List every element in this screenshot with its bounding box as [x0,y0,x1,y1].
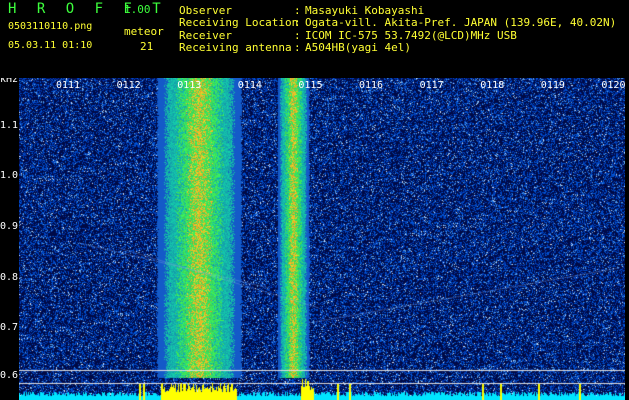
y-tick-label: 1.0 [0,170,19,181]
x-tick-label: 0111 [56,80,81,91]
x-tick-label: 0116 [359,80,384,91]
x-tick-label: 0113 [177,80,202,91]
location-value: Ogata-vill. Akita-Pref. JAPAN (139.96E, … [305,16,617,29]
date-time: 05.03.11 01:10 [8,40,93,51]
receiver-colon: : [294,29,301,42]
y-tick-label: 0.8 [0,272,19,283]
app-version: 1.00 [124,3,151,16]
antenna-colon: : [294,41,301,54]
x-tick-label: 0120 [601,80,626,91]
y-tick-label: 0.6 [0,370,19,381]
spectrogram-panel: kHz 1.1 1.0 0.9 0.8 0.7 0.6 0111 0112 0113 0114 0… [0,78,629,400]
meteor-label: meteor [124,25,164,38]
y-tick-label: 0.9 [0,221,19,232]
x-tick-label: 0115 [298,80,323,91]
antenna-label: Receiving antenna [179,41,292,54]
y-axis-unit: kHz [0,78,19,85]
x-tick-label: 0112 [116,80,141,91]
receiver-label: Receiver [179,29,232,42]
observer-value: Masayuki Kobayashi [305,4,425,17]
x-tick-label: 0118 [480,80,505,91]
observer-colon: : [294,4,301,17]
header-panel: H R O F F T 1.00 0503110110.png meteor 0… [0,0,629,78]
y-tick-label: 1.1 [0,120,19,131]
location-label: Receiving Location [179,16,299,29]
x-tick-label: 0119 [540,80,565,91]
x-tick-label: 0114 [237,80,262,91]
observer-label: Observer [179,4,232,17]
location-colon: : [294,16,301,29]
y-tick-label: 0.7 [0,322,19,333]
spectrogram-canvas [19,78,625,400]
antenna-value: A504HB(yagi 4el) [305,41,411,54]
file-name: 0503110110.png [8,21,93,32]
receiver-value: ICOM IC-575 53.7492(@LCD)MHz USB [305,29,517,42]
x-tick-label: 0117 [419,80,444,91]
meteor-count: 21 [140,40,154,53]
